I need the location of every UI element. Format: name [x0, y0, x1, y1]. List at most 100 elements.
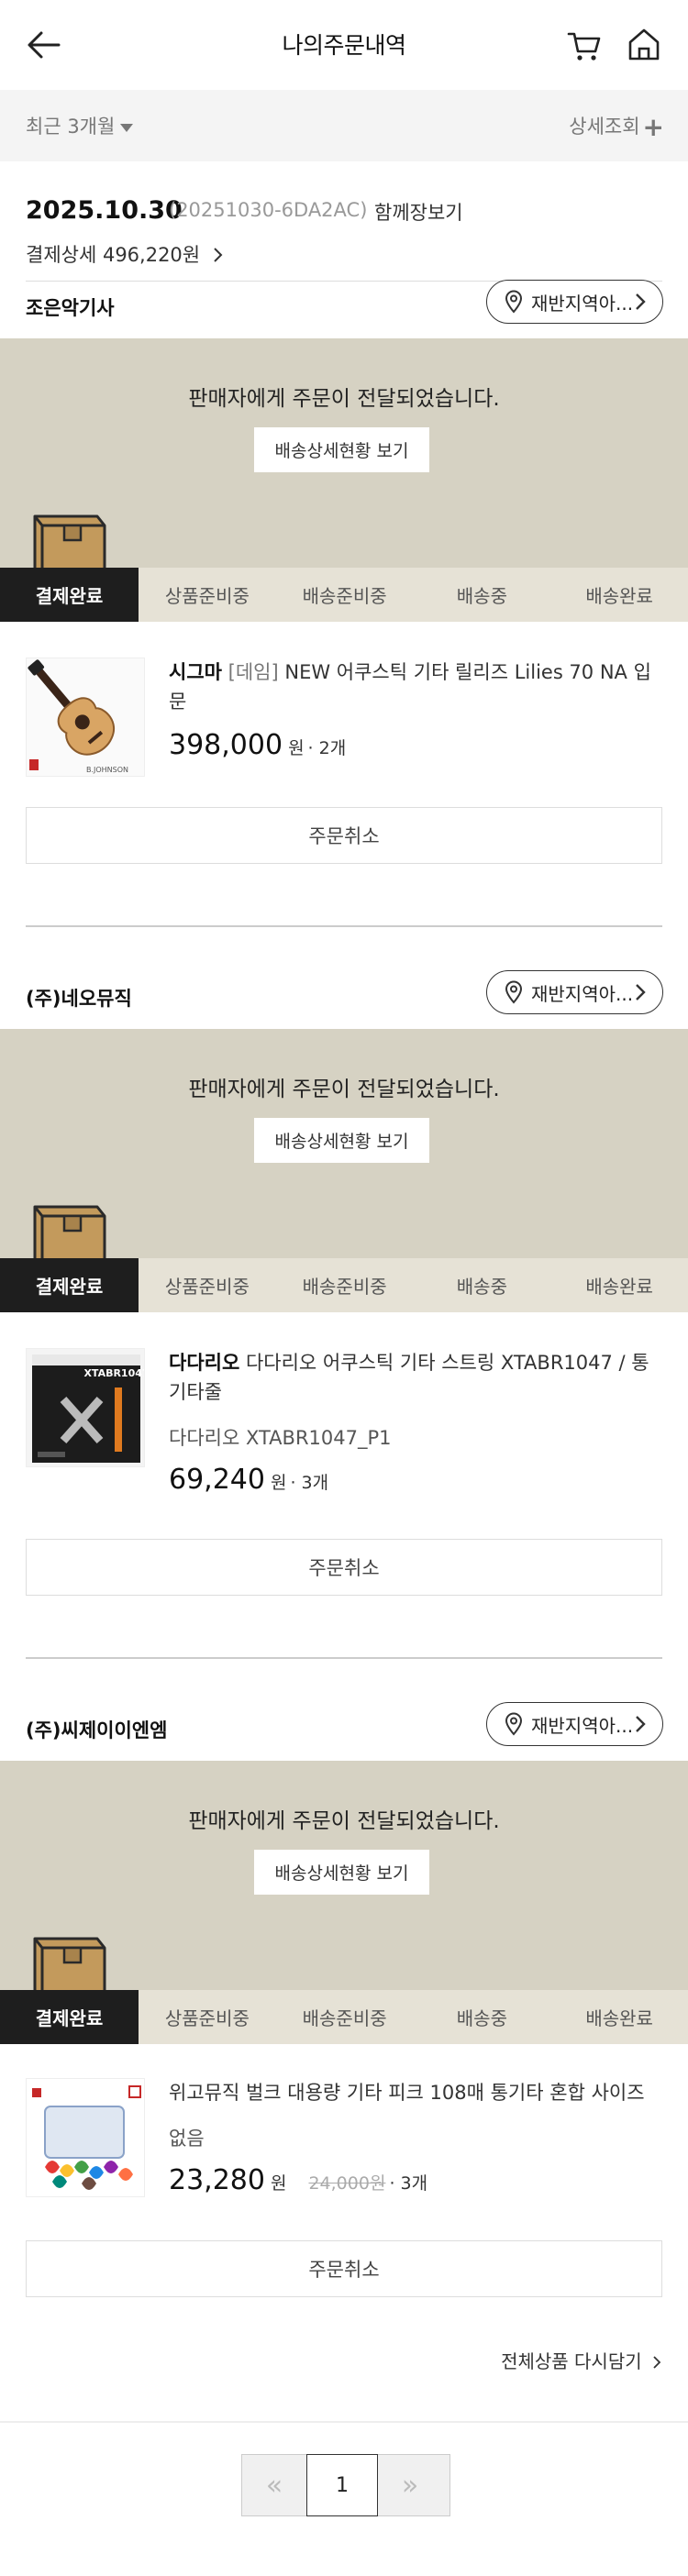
location-pin-icon [505, 980, 523, 1004]
price-line: 398,000 원 · 2개 [169, 729, 666, 761]
product-name: 시그마 [데임] NEW 어쿠스틱 기타 릴리즈 Lilies 70 NA 입문 [169, 658, 666, 716]
step-shipping: 배송중 [456, 585, 507, 607]
together-shopping-link[interactable]: 함께장보기 [374, 198, 463, 226]
product-name: 위고뮤직 벌크 대용량 기타 피크 108매 통기타 혼합 사이즈 [169, 2078, 666, 2107]
product-brand: 다다리오 [169, 1352, 240, 1374]
step-shipping: 배송중 [456, 1276, 507, 1298]
home-icon[interactable] [626, 26, 662, 62]
chevron-right-icon [636, 1716, 646, 1732]
prev-page-button[interactable]: « [242, 2455, 306, 2515]
payment-detail-link[interactable]: 결제상세 496,220원 [26, 240, 225, 268]
guitar-brand-text: B.JOHNSON [86, 766, 128, 774]
price-line: 69,240 원 · 3개 [169, 1464, 666, 1496]
location-pin-icon [505, 290, 523, 314]
app-header: 나의주문내역 [0, 0, 688, 90]
region-button[interactable]: 재반지역아... [486, 1702, 663, 1746]
filter-bar: 최근 3개월 상세조회 + [0, 90, 688, 161]
next-page-button[interactable]: » [378, 2455, 442, 2515]
shop-name: (주)씨제이이엔엠 [26, 1719, 168, 1741]
shop-separator [26, 1657, 662, 1659]
detail-search-label: 상세조회 [569, 116, 640, 138]
order-status-panel: 판매자에게 주문이 전달되었습니다. 배송상세현황 보기 결제완료 상품준비중 … [0, 338, 688, 622]
product-price: 23,280 [169, 2164, 265, 2196]
product-brand: 시그마 [169, 661, 222, 683]
order-status-panel: 판매자에게 주문이 전달되었습니다. 배송상세현황 보기 결제완료 상품준비중 … [0, 1761, 688, 2044]
guitar-picks-image [27, 2079, 144, 2196]
step-preparing-delivery: 배송준비중 [302, 1276, 387, 1298]
period-dropdown[interactable]: 최근 3개월 [26, 112, 134, 139]
shop-name: 조은악기사 [26, 297, 115, 319]
cart-icon[interactable] [566, 27, 603, 63]
product-price: 69,240 [169, 1464, 265, 1496]
cancel-order-button[interactable]: 주문취소 [26, 807, 662, 864]
chevron-right-icon [653, 2356, 661, 2369]
product-quantity: · 3개 [389, 2173, 428, 2194]
product-thumbnail[interactable]: XTABR1047 [26, 1348, 145, 1467]
step-delivered: 배송완료 [585, 585, 653, 607]
shop-separator [26, 925, 662, 927]
currency-unit: 원 [288, 738, 305, 758]
step-delivered: 배송완료 [585, 1276, 653, 1298]
pagination: « 1 » [241, 2454, 450, 2516]
original-price: 24,000원 [308, 2173, 386, 2194]
step-preparing-product: 상품준비중 [164, 585, 250, 607]
guitar-strings-image: XTABR1047 [27, 1349, 145, 1466]
product-option: 없음 [169, 2128, 205, 2150]
product-title: 다다리오 어쿠스틱 기타 스트링 XTABR1047 / 통기타줄 [169, 1352, 649, 1403]
plus-icon: + [642, 112, 664, 142]
status-message: 판매자에게 주문이 전달되었습니다. [188, 1809, 500, 1833]
current-page[interactable]: 1 [306, 2454, 378, 2516]
product-quantity: · 3개 [290, 1473, 329, 1493]
order-number: (20251030-6DA2AC) [169, 199, 368, 221]
step-delivered: 배송완료 [585, 2007, 653, 2029]
chevron-right-icon [636, 984, 646, 1001]
reorder-all-label: 전체상품 다시담기 [501, 2350, 642, 2372]
location-pin-icon [505, 1712, 523, 1736]
delivery-track-button[interactable]: 배송상세현황 보기 [254, 427, 429, 472]
cancel-order-button[interactable]: 주문취소 [26, 2240, 662, 2297]
delivery-steps: 결제완료 상품준비중 배송준비중 배송중 배송완료 [0, 568, 688, 622]
delivery-steps: 결제완료 상품준비중 배송준비중 배송중 배송완료 [0, 1990, 688, 2044]
status-message: 판매자에게 주문이 전달되었습니다. [188, 387, 500, 411]
package-box-icon [33, 514, 106, 569]
region-button[interactable]: 재반지역아... [486, 280, 663, 324]
product-info: 시그마 [데임] NEW 어쿠스틱 기타 릴리즈 Lilies 70 NA 입문… [169, 658, 666, 761]
step-preparing-product: 상품준비중 [164, 2007, 250, 2029]
step-preparing-delivery: 배송준비중 [302, 585, 387, 607]
step-paid: 결제완료 [0, 568, 139, 622]
region-label: 재반지역아... [531, 1714, 634, 1737]
step-preparing-delivery: 배송준비중 [302, 2007, 387, 2029]
product-thumbnail[interactable] [26, 2078, 145, 2197]
region-label: 재반지역아... [531, 292, 634, 315]
delivery-track-button[interactable]: 배송상세현황 보기 [254, 1118, 429, 1163]
region-button[interactable]: 재반지역아... [486, 970, 663, 1014]
product-name: 다다리오 다다리오 어쿠스틱 기타 스트링 XTABR1047 / 통기타줄 [169, 1348, 666, 1407]
product-info: 다다리오 다다리오 어쿠스틱 기타 스트링 XTABR1047 / 통기타줄 다… [169, 1348, 666, 1496]
chevron-down-icon [120, 123, 134, 132]
product-option: 다다리오 XTABR1047_P1 [169, 1427, 392, 1449]
divider [0, 2421, 688, 2423]
string-code-text: XTABR1047 [83, 1367, 145, 1379]
payment-detail-label: 결제상세 496,220원 [26, 244, 201, 266]
order-status-panel: 판매자에게 주문이 전달되었습니다. 배송상세현황 보기 결제완료 상품준비중 … [0, 1029, 688, 1312]
acoustic-guitar-image: B.JOHNSON [27, 658, 144, 776]
delivery-track-button[interactable]: 배송상세현황 보기 [254, 1850, 429, 1895]
chevron-right-icon [214, 248, 223, 262]
product-thumbnail[interactable]: B.JOHNSON [26, 658, 145, 777]
currency-unit: 원 [270, 1473, 287, 1493]
currency-unit: 원 [270, 2173, 287, 2194]
product-price: 398,000 [169, 729, 283, 761]
order-date: 2025.10.30 [26, 196, 183, 225]
step-shipping: 배송중 [456, 2007, 507, 2029]
package-box-icon [33, 1937, 106, 1992]
step-preparing-product: 상품준비중 [164, 1276, 250, 1298]
cancel-order-button[interactable]: 주문취소 [26, 1539, 662, 1596]
detail-search-button[interactable]: 상세조회 + [569, 112, 664, 142]
reorder-all-link[interactable]: 전체상품 다시담기 [501, 2347, 662, 2373]
chevron-right-icon [636, 293, 646, 310]
period-label: 최근 3개월 [26, 116, 116, 138]
product-quantity: · 2개 [307, 738, 347, 758]
step-paid: 결제완료 [0, 1258, 139, 1312]
region-label: 재반지역아... [531, 982, 634, 1005]
product-title: 위고뮤직 벌크 대용량 기타 피크 108매 통기타 혼합 사이즈 [169, 2082, 645, 2104]
